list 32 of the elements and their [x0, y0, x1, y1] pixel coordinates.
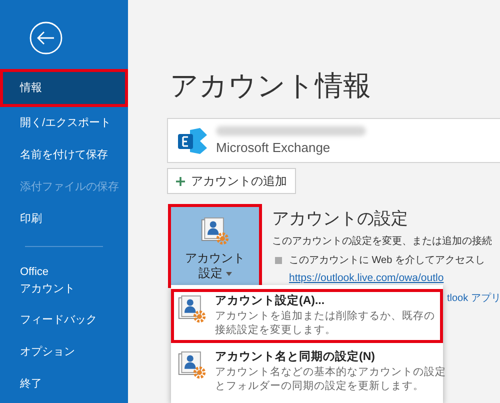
account-gear-icon — [200, 217, 230, 247]
sidebar-item[interactable]: オプション — [0, 336, 128, 368]
web-link[interactable]: https://outlook.live.com/owa/outlo — [289, 271, 500, 287]
sidebar-item[interactable]: 名前を付けて保存 — [0, 139, 128, 171]
account-settings-button[interactable]: アカウント 設定 — [168, 204, 262, 288]
app-link[interactable]: tlook アプリ — [447, 290, 500, 306]
add-account-button[interactable]: アカウントの追加 — [167, 168, 296, 194]
caret-icon — [226, 272, 232, 276]
section-heading: アカウントの設定 — [272, 208, 409, 230]
menu-item-description: アカウント名などの基本的なアカウントの設定 とフォルダーの同期の設定を更新します。 — [215, 365, 446, 393]
account-card[interactable]: Microsoft Exchange — [167, 118, 500, 163]
exchange-logo-icon — [176, 126, 208, 156]
sidebar-item[interactable]: 印刷 — [0, 203, 128, 235]
sidebar-item[interactable]: 終了 — [0, 368, 128, 400]
menu-item[interactable]: アカウント名と同期の設定(N) アカウント名などの基本的なアカウントの設定 とフォルダーの同期の設定を更新します。 — [171, 345, 443, 399]
account-gear-icon — [177, 351, 207, 381]
page-title: アカウント情報 — [170, 69, 372, 103]
account-gear-icon — [177, 295, 207, 325]
sidebar-item[interactable]: Office アカウント — [0, 258, 128, 304]
bullet-icon — [275, 257, 282, 264]
section-description: このアカウントの設定を変更、または追加の接続 — [272, 234, 493, 249]
back-icon[interactable] — [29, 21, 63, 55]
menu-item-title: アカウント名と同期の設定(N) — [215, 349, 376, 365]
plus-icon — [176, 176, 185, 186]
bullet-text: このアカウントに Web を介してアクセスし — [289, 254, 485, 268]
sidebar-item[interactable]: フィードバック — [0, 304, 128, 336]
menu-item-description: アカウントを追加または削除するか、既存の 接続設定を変更します。 — [215, 309, 435, 337]
sidebar-item[interactable]: 開く/エクスポート — [0, 107, 128, 139]
sidebar-item[interactable]: 情報 — [0, 69, 128, 107]
menu-item[interactable]: アカウント設定(A)... アカウントを追加または削除するか、既存の 接続設定を変更します。 — [171, 289, 443, 343]
account-type: Microsoft Exchange — [216, 140, 332, 156]
menu-item-title: アカウント設定(A)... — [215, 293, 326, 309]
